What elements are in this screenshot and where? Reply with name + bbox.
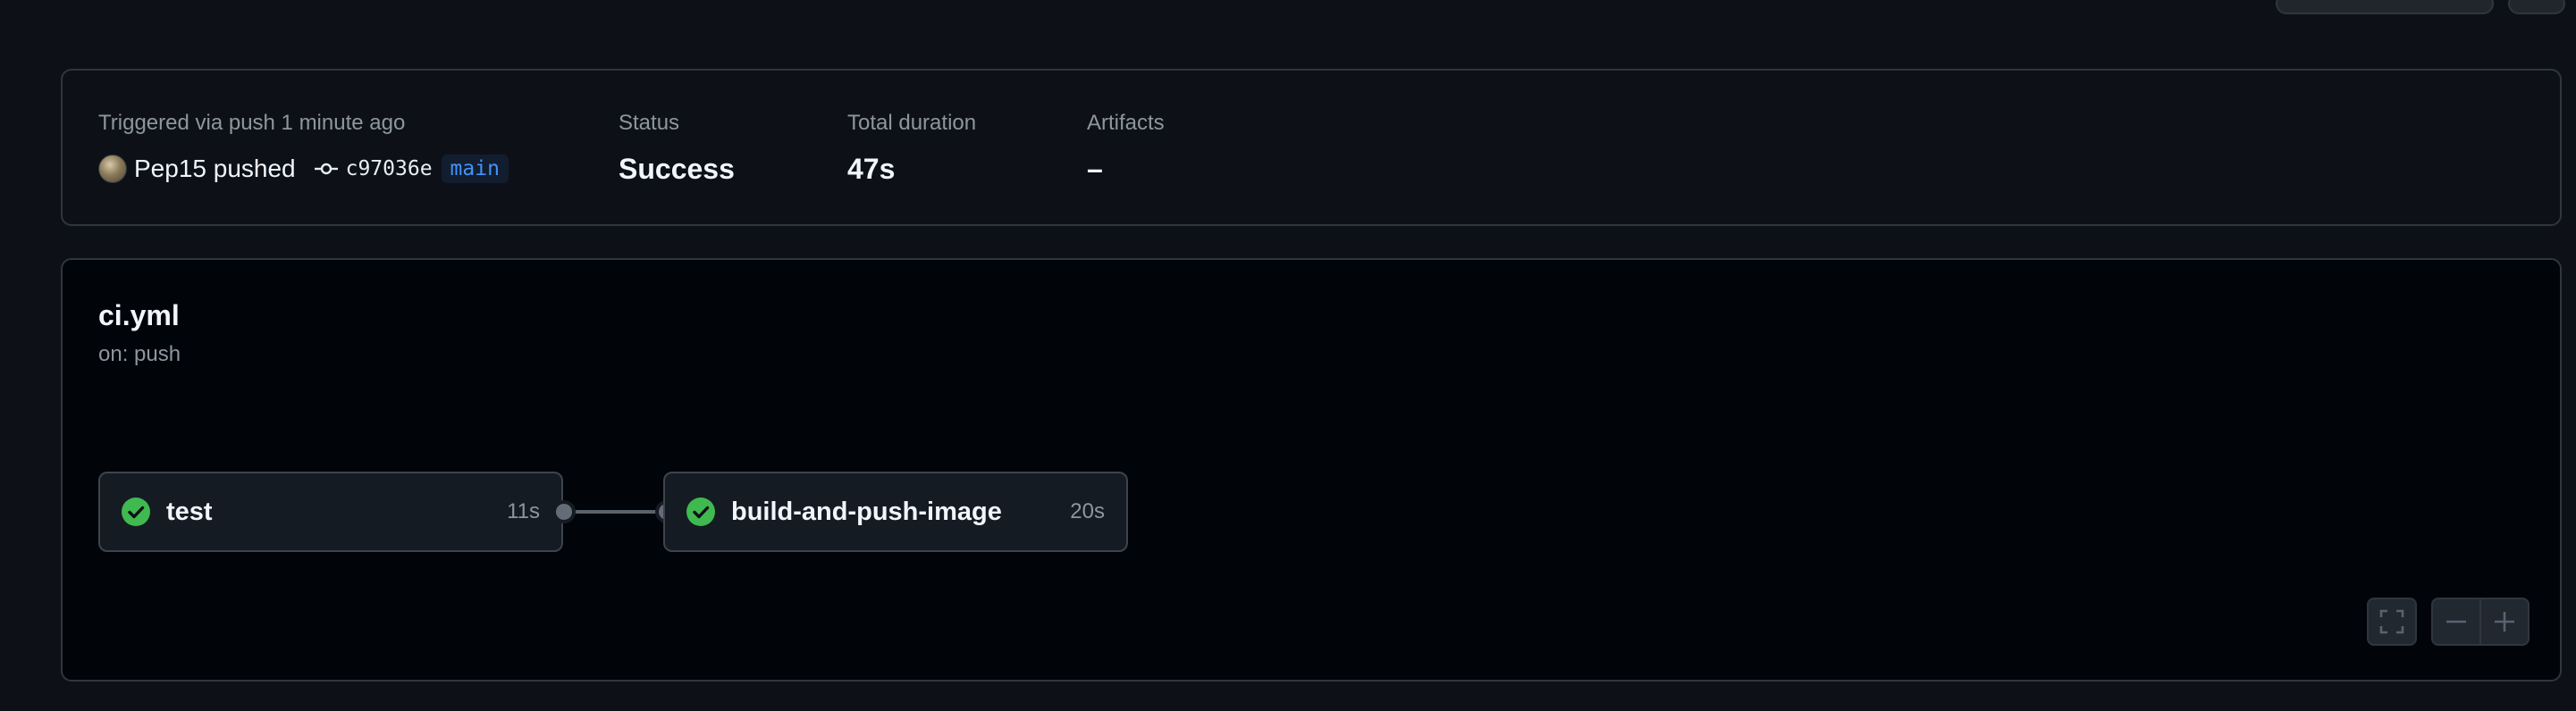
workflow-file-title[interactable]: ci.yml: [98, 299, 180, 332]
status-value: Success: [619, 153, 735, 185]
duration-value: 47s: [847, 153, 896, 185]
commit-sha-link[interactable]: c97036e: [346, 157, 433, 180]
run-summary-card: Triggered via push 1 minute ago Pep15 pu…: [61, 69, 2562, 226]
fullscreen-icon: [2379, 609, 2404, 634]
avatar[interactable]: [98, 155, 127, 183]
zoom-out-button[interactable]: [2431, 598, 2481, 646]
job-card-build-and-push-image[interactable]: build-and-push-image 20s: [663, 472, 1128, 552]
status-section: Status Success: [619, 110, 735, 185]
artifacts-value: –: [1087, 153, 1103, 185]
fullscreen-button[interactable]: [2367, 598, 2417, 646]
job-duration: 20s: [1070, 499, 1105, 523]
job-name: test: [166, 497, 213, 526]
success-check-icon: [686, 498, 715, 526]
artifacts-section: Artifacts –: [1087, 110, 1165, 185]
actor-link[interactable]: Pep15 pushed: [134, 155, 296, 183]
workflow-run-page: Triggered via push 1 minute ago Pep15 pu…: [0, 0, 2576, 711]
trigger-label: Triggered via push 1 minute ago: [98, 111, 406, 135]
artifacts-label: Artifacts: [1087, 111, 1165, 135]
zoom-out-icon: [2446, 620, 2466, 623]
workflow-trigger: on: push: [98, 342, 181, 366]
zoom-in-button[interactable]: [2479, 598, 2530, 646]
zoom-in-icon: [2495, 612, 2514, 632]
job-name: build-and-push-image: [731, 497, 1002, 526]
workflow-graph-card: ci.yml on: push test 11s build-and-push-…: [61, 258, 2562, 682]
duration-label: Total duration: [847, 111, 977, 135]
duration-section: Total duration 47s: [847, 110, 976, 185]
success-check-icon: [122, 498, 150, 526]
job-duration: 11s: [507, 499, 540, 523]
header-action-button[interactable]: [2276, 0, 2494, 14]
job-dependency-line: [563, 510, 667, 514]
job-card-test[interactable]: test 11s: [98, 472, 563, 552]
branch-badge[interactable]: main: [441, 155, 509, 183]
header-menu-button[interactable]: [2508, 0, 2565, 14]
trigger-section: Triggered via push 1 minute ago Pep15 pu…: [98, 110, 509, 185]
job-output-port: [552, 500, 576, 523]
status-label: Status: [619, 111, 680, 135]
trigger-details: Pep15 pushed c97036e main: [98, 153, 509, 185]
git-commit-icon: [314, 163, 338, 175]
